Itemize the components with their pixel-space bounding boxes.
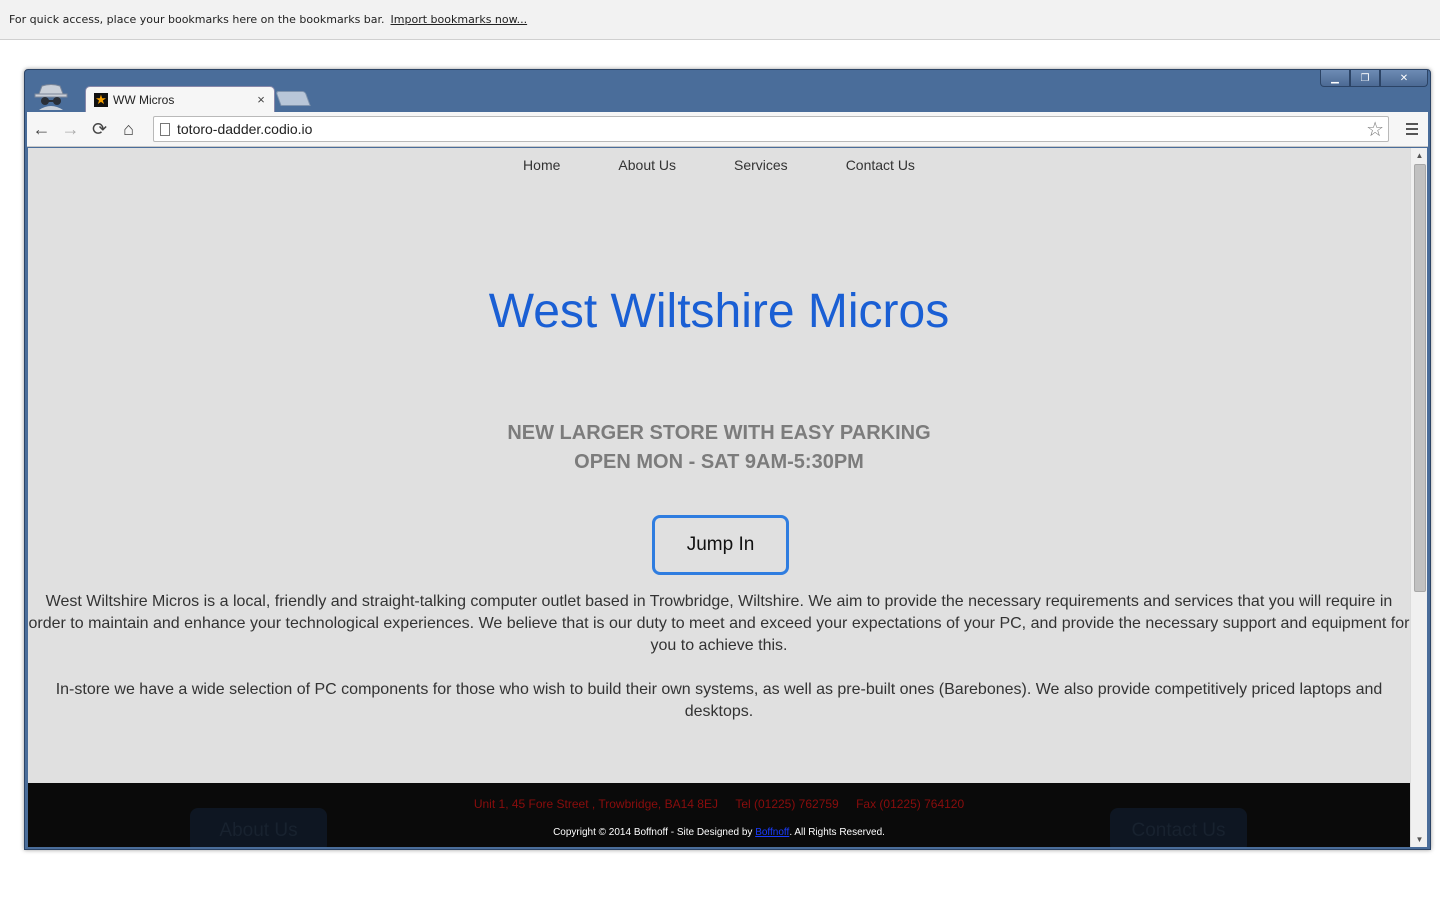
nav-home[interactable]: Home	[523, 157, 560, 173]
bookmarks-bar-message: For quick access, place your bookmarks h…	[9, 13, 385, 26]
copyright-prefix: Copyright © 2014 Boffnoff - Site Designe…	[553, 827, 756, 838]
site-nav: Home About Us Services Contact Us	[28, 157, 1410, 173]
about-paragraph-2: In-store we have a wide selection of PC …	[55, 681, 1383, 720]
designer-link[interactable]: Boffnoff	[755, 827, 789, 838]
footer-address: Unit 1, 45 Fore Street , Trowbridge, BA1…	[28, 797, 1410, 811]
promo-line-2: OPEN MON - SAT 9AM-5:30PM	[574, 451, 864, 473]
footer-copyright: Copyright © 2014 Boffnoff - Site Designe…	[28, 827, 1410, 838]
promo-line-1: NEW LARGER STORE WITH EASY PARKING	[507, 422, 931, 444]
nav-about-us[interactable]: About Us	[618, 157, 676, 173]
about-text: West Wiltshire Micros is a local, friend…	[28, 591, 1410, 723]
maximize-button[interactable]: ❐	[1350, 70, 1380, 87]
browser-window: ▁ ❐ ✕ ★ WW Micros × ← → ⟳ ⌂ totoro-dadde…	[24, 69, 1431, 850]
window-controls: ▁ ❐ ✕	[1320, 70, 1428, 87]
url-text[interactable]: totoro-dadder.codio.io	[177, 121, 1366, 137]
close-tab-icon[interactable]: ×	[254, 92, 268, 107]
jump-in-button[interactable]: Jump In	[652, 515, 789, 575]
promo-text: NEW LARGER STORE WITH EASY PARKING OPEN …	[28, 419, 1410, 477]
page-viewport: Home About Us Services Contact Us West W…	[28, 148, 1410, 847]
address-bar[interactable]: totoro-dadder.codio.io ☆	[153, 116, 1389, 142]
reload-button[interactable]: ⟳	[85, 116, 114, 142]
about-paragraph-1: West Wiltshire Micros is a local, friend…	[28, 593, 1410, 654]
address-text: Unit 1, 45 Fore Street , Trowbridge, BA1…	[473, 797, 718, 811]
browser-toolbar: ← → ⟳ ⌂ totoro-dadder.codio.io ☆	[27, 112, 1428, 147]
import-bookmarks-link[interactable]: Import bookmarks now...	[391, 13, 528, 26]
site-footer: About Us Contact Us Unit 1, 45 Fore Stre…	[28, 783, 1410, 847]
tab-title: WW Micros	[113, 92, 175, 107]
close-window-button[interactable]: ✕	[1380, 70, 1428, 87]
nav-services[interactable]: Services	[734, 157, 788, 173]
home-button[interactable]: ⌂	[114, 116, 143, 142]
incognito-icon	[34, 84, 68, 110]
forward-button[interactable]: →	[56, 116, 85, 142]
minimize-button[interactable]: ▁	[1320, 70, 1350, 87]
scrollbar-thumb[interactable]	[1414, 164, 1426, 592]
copyright-suffix: . All Rights Reserved.	[789, 827, 885, 838]
tab-ww-micros[interactable]: ★ WW Micros ×	[85, 86, 275, 112]
new-tab-button[interactable]	[275, 91, 311, 106]
site-title: West Wiltshire Micros	[488, 285, 950, 338]
vertical-scrollbar[interactable]: ▲ ▼	[1410, 148, 1427, 847]
bookmark-star-icon[interactable]: ☆	[1366, 117, 1384, 142]
nav-contact-us[interactable]: Contact Us	[846, 157, 915, 173]
site-favicon-icon: ★	[94, 91, 108, 107]
page-icon	[160, 122, 170, 136]
scroll-up-arrow-icon[interactable]: ▲	[1411, 148, 1428, 163]
scroll-down-arrow-icon[interactable]: ▼	[1411, 832, 1428, 847]
fax-text: Fax (01225) 764120	[856, 797, 965, 811]
tel-text: Tel (01225) 762759	[735, 797, 839, 811]
back-button[interactable]: ←	[27, 116, 56, 142]
chrome-menu-icon[interactable]	[1402, 117, 1422, 141]
bookmarks-bar: For quick access, place your bookmarks h…	[0, 0, 1440, 40]
